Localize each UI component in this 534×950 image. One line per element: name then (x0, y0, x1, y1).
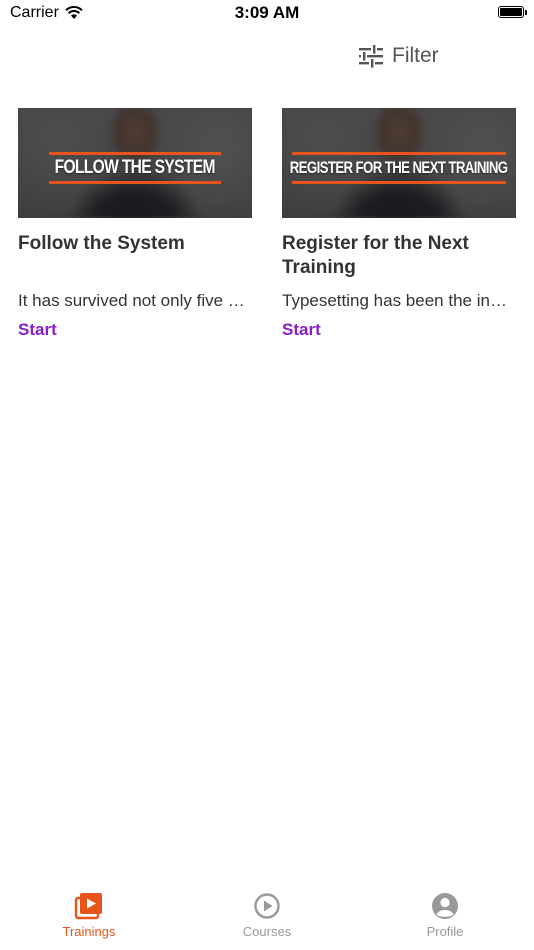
status-time: 3:09 AM (234, 3, 300, 22)
training-description: It has survived not only five centuries (18, 291, 250, 310)
training-card[interactable]: REGISTER FOR THE NEXT TRAINING Register … (282, 108, 516, 341)
trainings-icon (74, 893, 102, 920)
filter-label: Filter (392, 44, 439, 67)
training-thumbnail[interactable]: FOLLOW THE SYSTEM (18, 108, 252, 218)
play-circle-icon (254, 893, 280, 919)
tab-bar: Trainings Courses Profile (0, 888, 534, 950)
start-button[interactable]: Start (282, 319, 321, 341)
start-button[interactable]: Start (18, 319, 57, 341)
tab-label: Courses (242, 924, 292, 939)
filter-button[interactable]: Filter (358, 44, 439, 68)
status-bar: Carrier 3:09 AM (0, 0, 534, 30)
tab-trainings[interactable]: Trainings (0, 888, 178, 950)
tab-profile[interactable]: Profile (356, 888, 534, 950)
training-thumbnail[interactable]: REGISTER FOR THE NEXT TRAINING (282, 108, 516, 218)
tab-label: Profile (426, 924, 464, 939)
tab-label: Trainings (62, 924, 116, 939)
sliders-icon (359, 45, 383, 68)
training-card[interactable]: FOLLOW THE SYSTEM Follow the System It h… (18, 108, 252, 341)
thumbnail-banner-text: REGISTER FOR THE NEXT TRAINING (290, 158, 508, 177)
battery-icon (498, 6, 527, 18)
training-title: Register for the Next Training (282, 233, 469, 278)
thumbnail-banner-text: FOLLOW THE SYSTEM (54, 157, 216, 178)
thumbnail-banner: REGISTER FOR THE NEXT TRAINING (282, 150, 516, 186)
training-title: Follow the System (18, 233, 185, 254)
tab-courses[interactable]: Courses (178, 888, 356, 950)
training-description: Typesetting has been the industry standa… (282, 291, 514, 310)
thumbnail-banner: FOLLOW THE SYSTEM (18, 150, 252, 186)
user-circle-icon (432, 893, 458, 919)
